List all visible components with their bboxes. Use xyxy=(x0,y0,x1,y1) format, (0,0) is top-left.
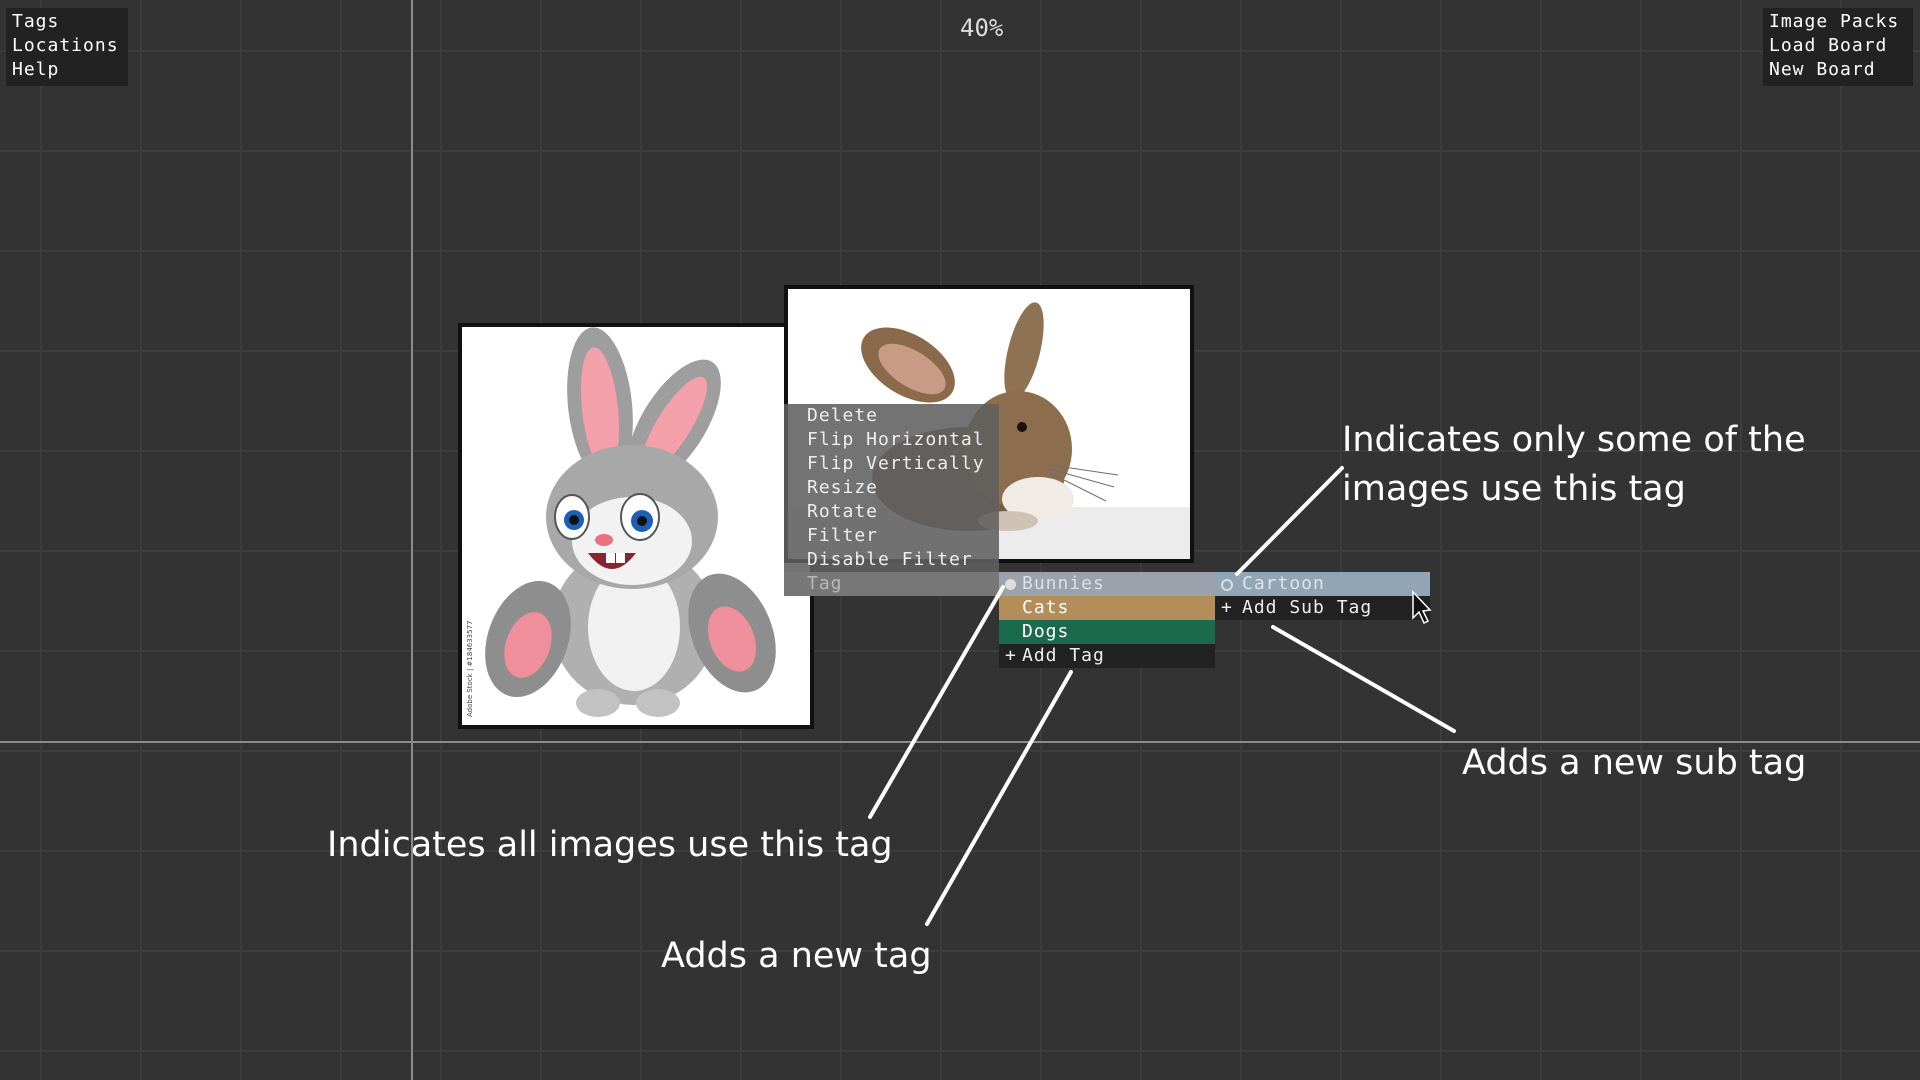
annotation-line-some xyxy=(1235,466,1344,576)
mouse-cursor-icon xyxy=(1412,590,1432,625)
annotation-line-new-tag xyxy=(925,670,1073,926)
annotation-lines xyxy=(868,466,1456,926)
annotation-line-new-sub-tag xyxy=(1271,625,1456,733)
annotation-line-all xyxy=(868,585,1005,819)
